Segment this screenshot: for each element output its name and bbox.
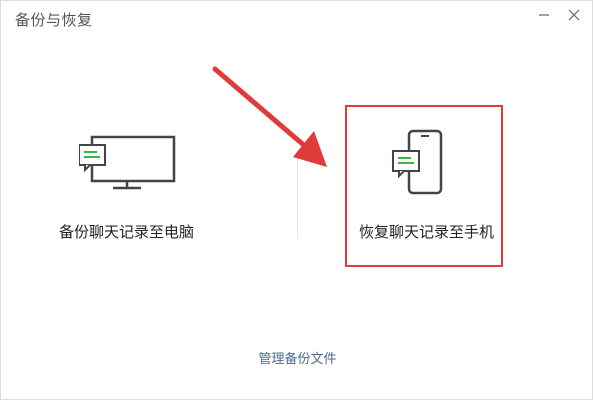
backup-restore-window: 备份与恢复 备份聊天记录至电脑 恢复聊天记录至手机 管理备份文件	[0, 0, 593, 400]
minimize-button[interactable]	[533, 5, 555, 25]
manage-backup-files-link[interactable]: 管理备份文件	[1, 348, 593, 367]
close-button[interactable]	[563, 5, 585, 25]
manage-backup-files-label[interactable]: 管理备份文件	[258, 352, 336, 367]
chat-bubble-icon	[392, 150, 420, 179]
backup-to-pc-option[interactable]: 备份聊天记录至电脑	[41, 119, 241, 259]
restore-to-phone-option[interactable]: 恢复聊天记录至手机	[345, 105, 503, 267]
monitor-icon	[79, 135, 176, 190]
backup-to-pc-label: 备份聊天记录至电脑	[59, 223, 195, 241]
restore-to-phone-label: 恢复聊天记录至手机	[359, 223, 495, 241]
minimize-icon	[539, 14, 549, 16]
window-title: 备份与恢复	[15, 11, 93, 29]
phone-icon	[392, 129, 443, 195]
option-divider	[297, 151, 298, 239]
close-icon	[568, 9, 580, 21]
